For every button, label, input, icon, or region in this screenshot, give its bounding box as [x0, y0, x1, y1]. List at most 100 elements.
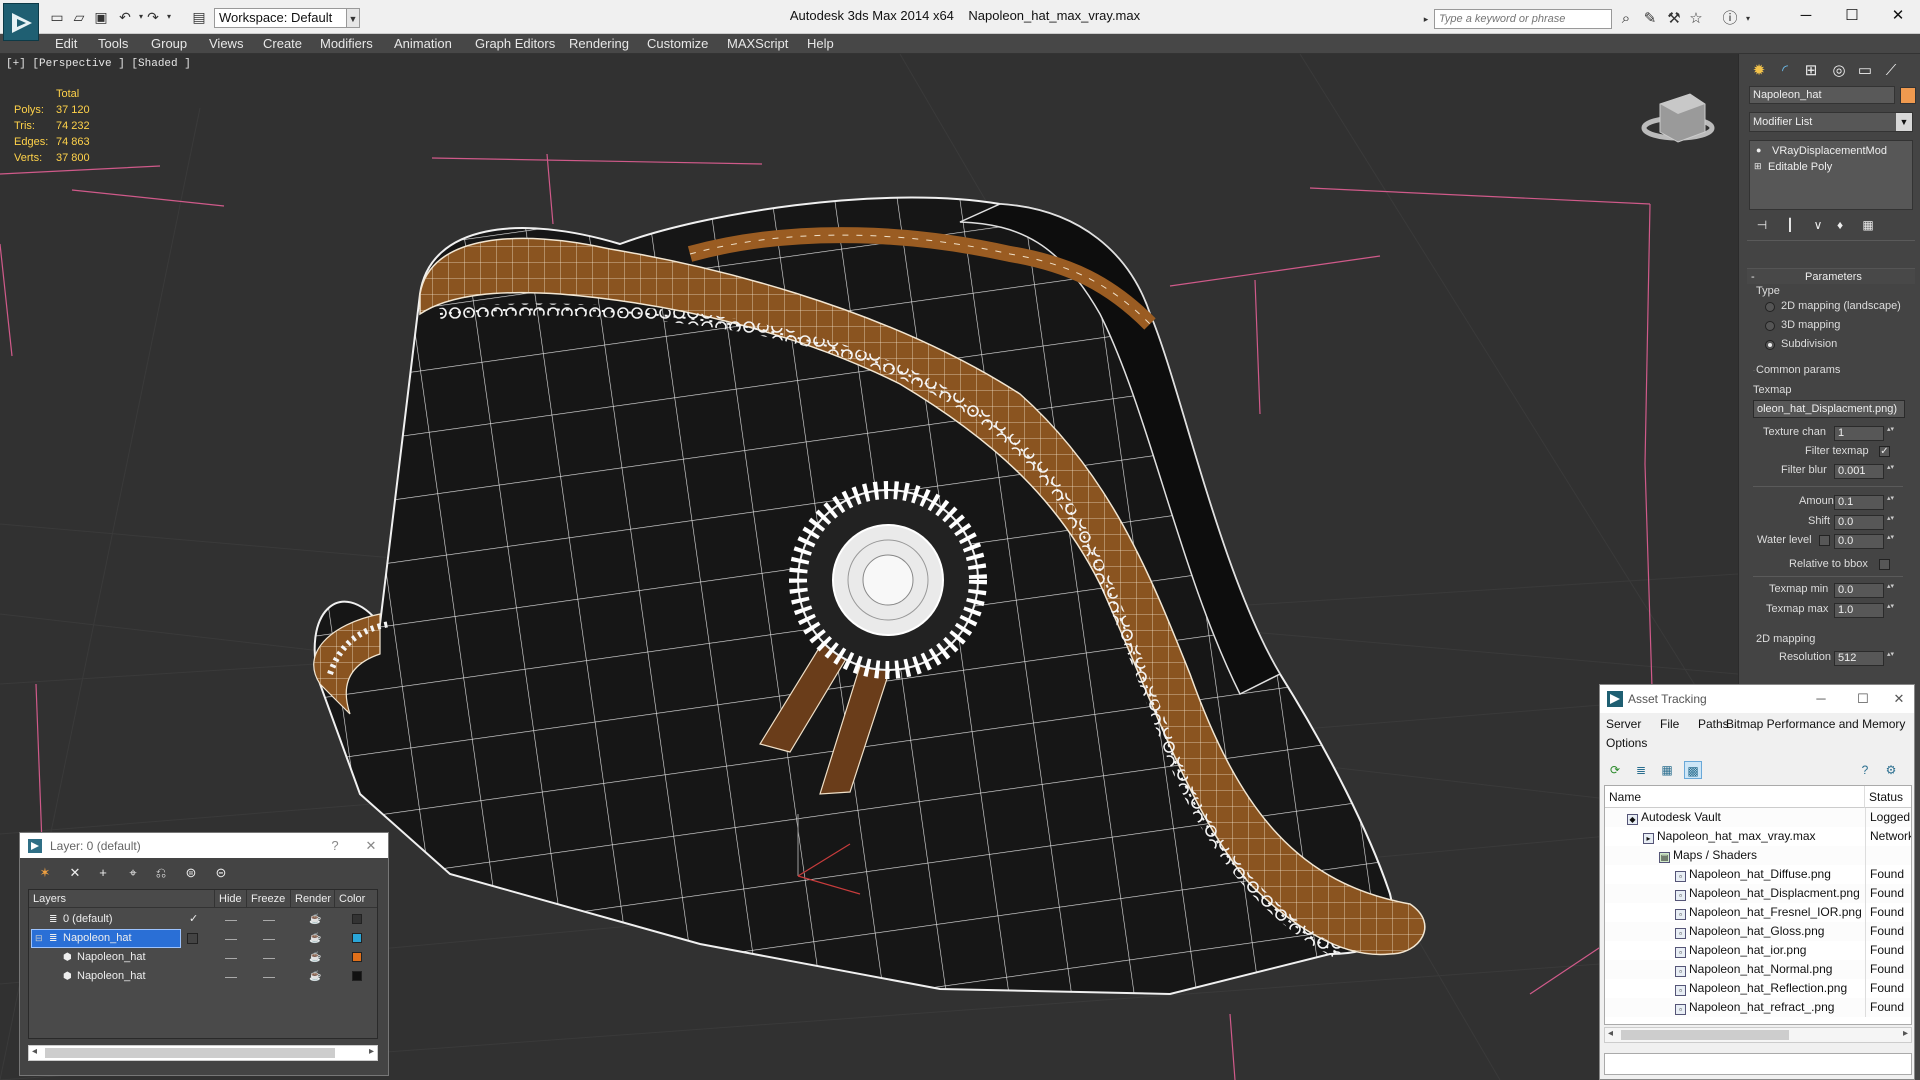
- freeze-toggle[interactable]: [263, 939, 275, 940]
- set-current-layer-icon[interactable]: ⊜: [180, 863, 202, 883]
- table-row[interactable]: ▫ Napoleon_hat_Normal.png Found: [1605, 960, 1911, 979]
- asset-horizontal-scrollbar[interactable]: ◂ ▸: [1604, 1027, 1912, 1043]
- asset-menu-bitmap-performance[interactable]: Bitmap Performance and Memory: [1726, 717, 1905, 731]
- settings-icon[interactable]: ⚙: [1882, 761, 1900, 779]
- asset-path-field[interactable]: [1604, 1053, 1912, 1075]
- object-color-swatch[interactable]: [1900, 87, 1916, 104]
- column-header-color[interactable]: Color: [335, 890, 377, 908]
- menu-group[interactable]: Group: [151, 34, 187, 54]
- table-row[interactable]: ▫ Napoleon_hat_Fresnel_IOR.png Found: [1605, 903, 1911, 922]
- scroll-left-icon[interactable]: ◂: [1608, 1028, 1613, 1039]
- make-unique-icon[interactable]: ∨: [1807, 216, 1829, 234]
- table-row[interactable]: ▫ Napoleon_hat_Reflection.png Found: [1605, 979, 1911, 998]
- freeze-toggle[interactable]: [263, 920, 275, 921]
- hide-toggle[interactable]: [225, 939, 237, 940]
- show-end-result-icon[interactable]: ┃: [1779, 216, 1801, 234]
- collapse-minus-icon[interactable]: ⊟: [35, 929, 43, 948]
- layer-color-swatch[interactable]: [352, 952, 362, 962]
- scrollbar-thumb[interactable]: [45, 1048, 335, 1058]
- freeze-toggle[interactable]: [263, 977, 275, 978]
- pin-stack-icon[interactable]: ⊣: [1751, 216, 1773, 234]
- asset-tracking-title-bar[interactable]: Asset Tracking ─ ☐ ✕: [1600, 685, 1914, 713]
- table-row[interactable]: ◆Autodesk Vault Logged Out: [1605, 808, 1911, 827]
- column-header-status[interactable]: Status: [1865, 786, 1911, 808]
- viewport-label[interactable]: [+] [Perspective ] [Shaded ]: [6, 58, 191, 70]
- stack-item-editable-poly[interactable]: ⊞ Editable Poly: [1750, 159, 1912, 175]
- layer-color-swatch[interactable]: [352, 933, 362, 943]
- active-layer-checkbox[interactable]: [187, 933, 198, 944]
- table-view-icon[interactable]: ▩: [1684, 761, 1702, 779]
- table-row[interactable]: ▫ Napoleon_hat_Diffuse.png Found: [1605, 865, 1911, 884]
- binoculars-icon[interactable]: ⌕: [1616, 9, 1636, 29]
- menu-customize[interactable]: Customize: [647, 34, 708, 54]
- hide-toggle[interactable]: [225, 958, 237, 959]
- favorites-star-icon[interactable]: ☆: [1686, 9, 1706, 29]
- stack-item-vraydisplacementmod[interactable]: ● VRayDisplacementMod: [1750, 143, 1912, 159]
- table-row[interactable]: ▫ Napoleon_hat_ior.png Found: [1605, 941, 1911, 960]
- thumbnail-view-icon[interactable]: ▦: [1658, 761, 1676, 779]
- texmap-max-spinner[interactable]: 1.0: [1834, 603, 1895, 618]
- display-tab-icon[interactable]: ▭: [1853, 60, 1877, 82]
- menu-help[interactable]: Help: [807, 34, 834, 54]
- relative-bbox-checkbox[interactable]: [1879, 559, 1890, 570]
- search-expand-icon[interactable]: ▸: [1416, 9, 1436, 29]
- help-icon[interactable]: ⓘ: [1720, 9, 1740, 29]
- texture-chan-spinner[interactable]: 1: [1834, 426, 1895, 441]
- water-level-checkbox[interactable]: [1819, 535, 1830, 546]
- menu-edit[interactable]: Edit: [55, 34, 77, 54]
- table-row[interactable]: ▫ Napoleon_hat_Displacment.png Found: [1605, 884, 1911, 903]
- hide-all-layers-icon[interactable]: ⊝: [210, 863, 232, 883]
- column-header-name[interactable]: Name: [1605, 786, 1865, 808]
- menu-rendering[interactable]: Rendering: [569, 34, 629, 54]
- communication-center-icon[interactable]: ⚒: [1664, 9, 1684, 29]
- utilities-tab-icon[interactable]: ⟋: [1879, 60, 1903, 82]
- layer-color-swatch[interactable]: [352, 914, 362, 924]
- radio-2d-mapping[interactable]: [1765, 302, 1775, 312]
- table-row[interactable]: ▫ Napoleon_hat_refract_.png Found: [1605, 998, 1911, 1017]
- close-button[interactable]: ✕: [1884, 689, 1914, 709]
- teapot-render-icon[interactable]: ☕: [309, 967, 321, 986]
- scrollbar-thumb[interactable]: [1621, 1030, 1789, 1040]
- select-objects-icon[interactable]: ⌖: [122, 863, 144, 883]
- menu-create[interactable]: Create: [263, 34, 302, 54]
- freeze-toggle[interactable]: [263, 958, 275, 959]
- layer-horizontal-scrollbar[interactable]: ◂ ▸: [28, 1045, 378, 1061]
- list-view-icon[interactable]: ≣: [1632, 761, 1650, 779]
- modifier-list-dropdown[interactable]: Modifier List ▼: [1749, 112, 1913, 132]
- menu-views[interactable]: Views: [209, 34, 243, 54]
- column-header-freeze[interactable]: Freeze: [247, 890, 291, 908]
- select-layer-icon[interactable]: ⎌: [150, 863, 172, 883]
- table-row[interactable]: ▤ Maps / Shaders: [1605, 846, 1911, 865]
- asset-menu-options[interactable]: Options: [1606, 736, 1647, 750]
- asset-menu-file[interactable]: File: [1660, 717, 1679, 731]
- add-to-layer-icon[interactable]: +: [92, 863, 114, 883]
- remove-modifier-icon[interactable]: ♦: [1829, 216, 1851, 234]
- hide-toggle[interactable]: [225, 977, 237, 978]
- table-row[interactable]: ▸ Napoleon_hat_max_vray.max Network: [1605, 827, 1911, 846]
- search-input[interactable]: [1434, 9, 1612, 29]
- column-header-layers[interactable]: Layers: [29, 890, 215, 908]
- filter-blur-spinner[interactable]: 0.001: [1834, 464, 1895, 479]
- amount-spinner[interactable]: 0.1: [1834, 495, 1895, 510]
- help-icon[interactable]: ?: [1856, 761, 1874, 779]
- scroll-right-icon[interactable]: ▸: [1903, 1028, 1908, 1039]
- maximize-button[interactable]: ☐: [1848, 689, 1878, 709]
- subscription-icon[interactable]: ✎: [1640, 9, 1660, 29]
- layer-row-default[interactable]: ≣ 0 (default) ✓ ☕: [29, 910, 377, 929]
- teapot-render-icon[interactable]: ☕: [309, 929, 321, 948]
- shift-spinner[interactable]: 0.0: [1834, 515, 1895, 530]
- close-button[interactable]: ✕: [1878, 4, 1918, 28]
- scroll-right-icon[interactable]: ▸: [369, 1046, 374, 1057]
- hierarchy-tab-icon[interactable]: ⊞: [1799, 60, 1823, 82]
- configure-modifier-sets-icon[interactable]: ▦: [1857, 216, 1879, 234]
- scroll-left-icon[interactable]: ◂: [32, 1046, 37, 1057]
- hide-toggle[interactable]: [225, 920, 237, 921]
- minimize-button[interactable]: ─: [1806, 689, 1836, 709]
- chevron-down-icon[interactable]: ▼: [1896, 113, 1912, 131]
- modify-tab-icon[interactable]: ◜: [1773, 60, 1797, 82]
- asset-menu-paths[interactable]: Paths: [1698, 717, 1729, 731]
- menu-tools[interactable]: Tools: [98, 34, 128, 54]
- texmap-min-spinner[interactable]: 0.0: [1834, 583, 1895, 598]
- layer-explorer-title-bar[interactable]: Layer: 0 (default) ? ✕: [20, 833, 388, 858]
- teapot-render-icon[interactable]: ☕: [309, 910, 321, 929]
